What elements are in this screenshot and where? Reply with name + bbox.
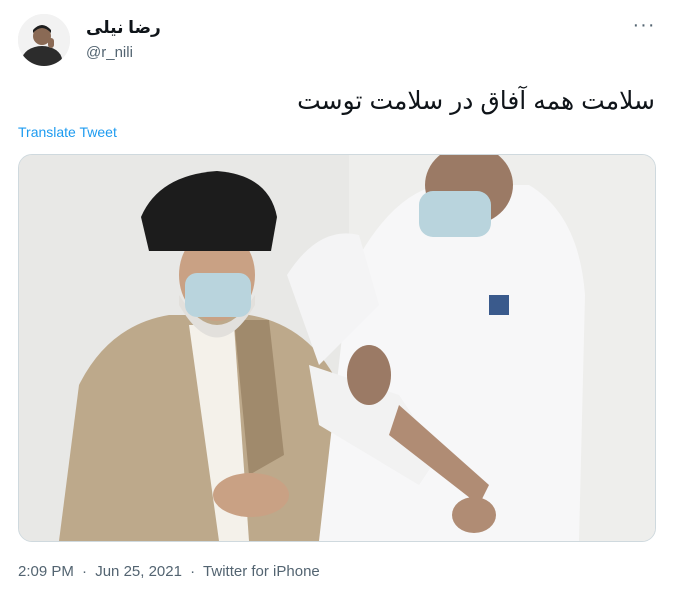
user-handle[interactable]: @r_nili bbox=[86, 44, 133, 61]
tweet-time[interactable]: 2:09 PM bbox=[18, 563, 74, 580]
avatar[interactable] bbox=[18, 14, 70, 66]
tweet: رضا نیلی @r_nili ··· سلامت همه آفاق در س… bbox=[0, 0, 677, 597]
tweet-date[interactable]: Jun 25, 2021 bbox=[95, 563, 182, 580]
tweet-photo[interactable] bbox=[18, 154, 656, 542]
meta-separator: · bbox=[82, 563, 88, 580]
tweet-text: سلامت همه آفاق در سلامت توست bbox=[297, 87, 655, 115]
more-options-button[interactable]: ··· bbox=[630, 15, 658, 40]
tweet-meta: 2:09 PM · Jun 25, 2021 · Twitter for iPh… bbox=[18, 563, 320, 580]
user-avatar-photo-icon bbox=[18, 14, 70, 66]
meta-separator: · bbox=[190, 563, 196, 580]
photo-image bbox=[19, 155, 655, 541]
more-horizontal-icon: ··· bbox=[632, 14, 656, 36]
tweet-source[interactable]: Twitter for iPhone bbox=[203, 563, 320, 580]
display-name[interactable]: رضا نیلی bbox=[86, 18, 161, 38]
translate-tweet-link[interactable]: Translate Tweet bbox=[18, 124, 117, 140]
